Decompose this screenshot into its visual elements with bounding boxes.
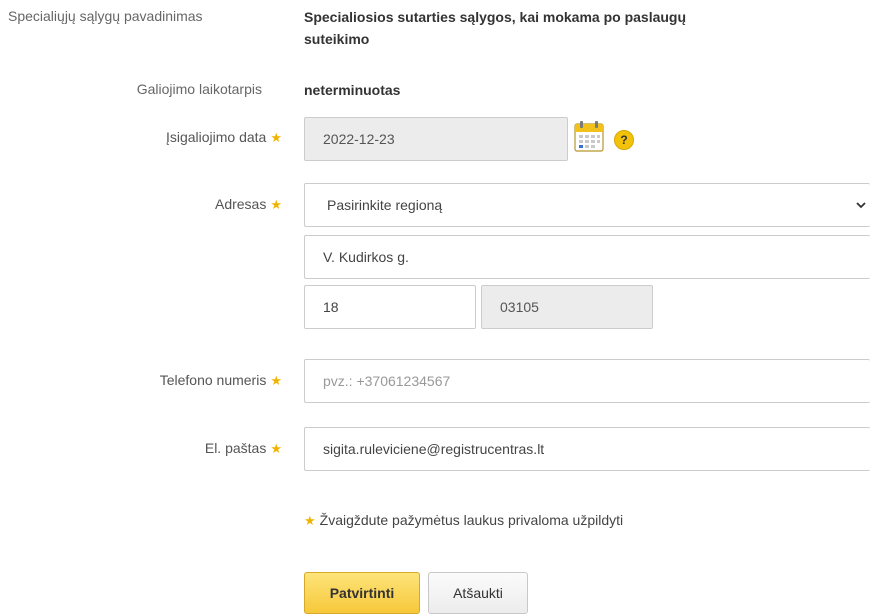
special-conditions-value-line2: suteikimo: [304, 31, 370, 47]
phone-input[interactable]: pvz.: +37061234567: [304, 359, 870, 403]
effective-date-label: Įsigaliojimo data: [165, 129, 267, 145]
postcode-field: 03105: [481, 285, 653, 329]
effective-date-field[interactable]: 2022-12-23: [304, 117, 568, 161]
email-label: El. paštas: [204, 440, 267, 456]
street-input[interactable]: V. Kudirkos g.: [304, 235, 870, 279]
required-note-row: ★ Žvaigždute pažymėtus laukus privaloma u…: [304, 512, 623, 529]
special-conditions-value-line1: Specialiosios sutarties sąlygos, kai mok…: [304, 9, 687, 25]
calendar-icon[interactable]: [574, 120, 604, 152]
house-number-input[interactable]: 18: [304, 285, 476, 329]
effective-date-label-row: Įsigaliojimo data ★: [0, 129, 282, 146]
special-conditions-label: Specialiųjų sąlygų pavadinimas: [8, 8, 203, 24]
required-star-icon: ★: [270, 197, 282, 212]
validity-label: Galiojimo laikotarpis: [136, 81, 262, 97]
validity-value: neterminuotas: [304, 82, 401, 98]
required-star-icon: ★: [304, 513, 316, 528]
chevron-down-icon[interactable]: [854, 198, 868, 212]
region-select-value: Pasirinkite regioną: [327, 197, 443, 213]
phone-label-row: Telefono numeris ★: [0, 372, 282, 389]
confirm-button[interactable]: Patvirtinti: [304, 572, 420, 614]
required-star-icon: ★: [270, 130, 282, 145]
email-input[interactable]: sigita.ruleviciene@registrucentras.lt: [304, 427, 870, 471]
required-note-text: Žvaigždute pažymėtus laukus privaloma už…: [319, 512, 624, 528]
special-conditions-value: Specialiosios sutarties sąlygos, kai mok…: [304, 6, 844, 50]
region-select[interactable]: Pasirinkite regioną: [304, 183, 870, 227]
required-star-icon: ★: [270, 441, 282, 456]
cancel-button[interactable]: Atšaukti: [428, 572, 528, 614]
calendar-button[interactable]: [574, 120, 604, 155]
phone-label: Telefono numeris: [159, 372, 267, 388]
address-label-row: Adresas ★: [0, 196, 282, 213]
address-label: Adresas: [214, 196, 267, 212]
help-icon[interactable]: ?: [614, 130, 634, 150]
required-star-icon: ★: [270, 373, 282, 388]
email-label-row: El. paštas ★: [0, 440, 282, 457]
